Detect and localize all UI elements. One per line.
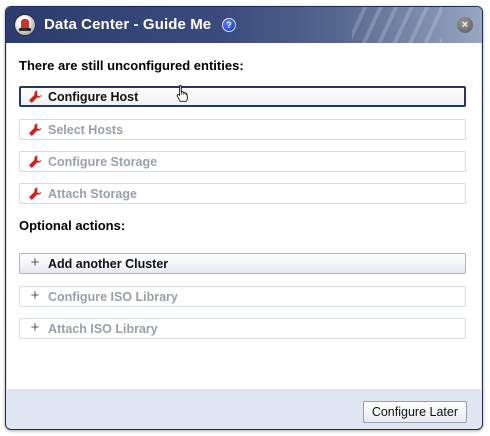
dialog-footer: Configure Later <box>7 389 481 428</box>
guide-me-dialog: Data Center - Guide Me ? × There are sti… <box>5 6 483 430</box>
configure-storage-button[interactable]: Configure Storage <box>19 151 466 172</box>
dialog-content: There are still unconfigured entities: C… <box>7 43 481 389</box>
dialog-title: Data Center - Guide Me <box>44 16 212 33</box>
wrench-icon <box>29 187 42 200</box>
configure-host-button[interactable]: Configure Host <box>19 86 466 107</box>
configure-storage-label: Configure Storage <box>48 155 158 169</box>
wrench-icon <box>29 123 42 136</box>
attach-iso-library-button[interactable]: + Attach ISO Library <box>19 318 466 339</box>
configure-host-label: Configure Host <box>48 90 139 104</box>
plus-icon: + <box>30 319 40 336</box>
add-another-cluster-button[interactable]: + Add another Cluster <box>19 253 466 274</box>
configure-iso-library-button[interactable]: + Configure ISO Library <box>19 286 466 307</box>
select-hosts-button[interactable]: Select Hosts <box>19 119 466 140</box>
plus-icon: + <box>30 287 40 304</box>
attach-storage-button[interactable]: Attach Storage <box>19 183 466 204</box>
attach-iso-library-label: Attach ISO Library <box>48 322 158 336</box>
plus-icon: + <box>30 254 40 271</box>
dialog-titlebar[interactable]: Data Center - Guide Me ? × <box>6 7 482 43</box>
wrench-icon <box>29 90 42 103</box>
attach-storage-label: Attach Storage <box>48 187 137 201</box>
add-another-cluster-label: Add another Cluster <box>48 257 169 271</box>
hand-pointer-icon <box>176 84 188 102</box>
close-icon[interactable]: × <box>457 17 473 33</box>
configure-later-button[interactable]: Configure Later <box>362 401 467 423</box>
optional-actions-heading: Optional actions: <box>19 218 126 233</box>
configure-iso-library-label: Configure ISO Library <box>48 290 178 304</box>
select-hosts-label: Select Hosts <box>48 123 124 137</box>
unconfigured-entities-heading: There are still unconfigured entities: <box>19 58 244 73</box>
help-icon[interactable]: ? <box>222 18 236 32</box>
wrench-icon <box>29 155 42 168</box>
app-logo-icon <box>14 14 36 36</box>
